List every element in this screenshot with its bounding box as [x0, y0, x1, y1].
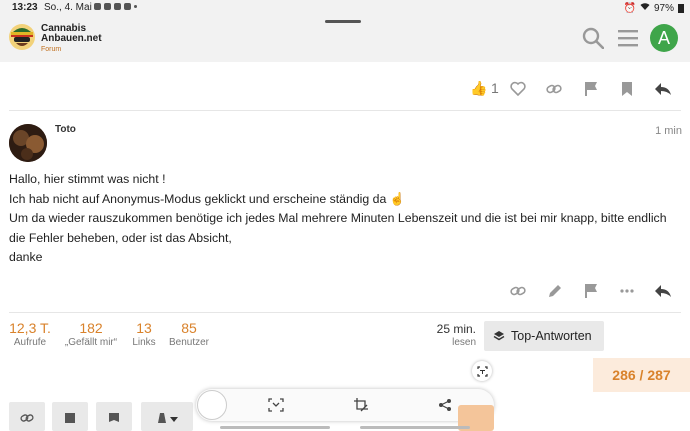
battery-icon: [678, 3, 684, 13]
hamburger-menu-icon[interactable]: [618, 29, 638, 47]
bookmark-icon[interactable]: [621, 81, 633, 97]
post-content: Hallo, hier stimmt was nicht ! Ich hab n…: [9, 170, 684, 268]
site-brand[interactable]: Cannabis Anbauen.net Forum: [41, 24, 102, 55]
stat-likes-value: 182: [79, 320, 103, 336]
flag-icon[interactable]: [584, 81, 598, 97]
battery-level: 97%: [653, 2, 674, 14]
read-time-label: lesen: [452, 337, 476, 348]
flag-icon[interactable]: [584, 283, 598, 299]
stat-likes: 182 „Gefällt mir“: [60, 320, 122, 350]
stat-views-label: Aufrufe: [13, 337, 47, 348]
wifi-icon: [640, 2, 650, 14]
layers-icon: [493, 331, 505, 341]
stat-users[interactable]: 85 Benutzer: [166, 320, 212, 350]
flag-icon: [109, 413, 119, 422]
stat-links[interactable]: 13 Links: [129, 320, 159, 350]
thumbs-up-icon[interactable]: 👍: [470, 80, 487, 97]
post-author-avatar[interactable]: [9, 124, 47, 162]
window-grabber[interactable]: [325, 20, 361, 23]
post-line: Um da wieder rauszukommen benötige ich j…: [9, 211, 667, 245]
post-line: danke: [9, 250, 43, 264]
crop-edit-icon[interactable]: [353, 397, 369, 413]
bookmark-button[interactable]: [52, 402, 88, 431]
link-icon[interactable]: [546, 82, 562, 96]
like-count: 1: [491, 80, 499, 96]
screenshot-thumbnail[interactable]: [197, 390, 227, 420]
bookmark-icon: [65, 413, 75, 423]
more-options-icon[interactable]: [620, 289, 634, 293]
status-date: So., 4. Mai: [44, 2, 92, 13]
stat-users-label: Benutzer: [168, 337, 210, 348]
scan-crop-icon[interactable]: [268, 398, 284, 412]
search-icon[interactable]: [582, 27, 604, 49]
stat-views-value: 12,3 T.: [9, 320, 51, 336]
stat-likes-label: „Gefällt mir“: [64, 337, 118, 348]
stats-divider: [9, 312, 681, 313]
stat-users-value: 85: [181, 320, 197, 336]
post-line: Hallo, hier stimmt was nicht !: [9, 172, 166, 186]
brand-line-3: Forum: [41, 46, 62, 53]
reply-icon[interactable]: [654, 284, 672, 298]
bell-dropdown-icon: [158, 413, 178, 423]
status-time: 13:23: [12, 2, 38, 13]
flag-button[interactable]: [96, 402, 132, 431]
edit-pencil-icon[interactable]: [547, 283, 563, 299]
scan-text-button[interactable]: [472, 361, 492, 381]
share-link-button[interactable]: [9, 402, 45, 431]
share-icon[interactable]: [438, 398, 452, 412]
brand-line-2: Anbauen.net: [41, 33, 102, 44]
topic-progress[interactable]: 286 / 287: [593, 358, 690, 392]
post-time[interactable]: 1 min: [655, 125, 682, 137]
read-time: 25 min. lesen: [432, 322, 476, 350]
top-answers-label: Top-Antworten: [511, 329, 592, 343]
stat-links-label: Links: [132, 337, 156, 348]
status-right: ⏰ 97%: [624, 2, 684, 14]
system-nav-bar-right: [360, 426, 470, 429]
post-author-name[interactable]: Toto: [55, 124, 76, 135]
site-logo[interactable]: [8, 23, 36, 51]
alarm-icon: ⏰: [623, 2, 636, 14]
stat-links-value: 13: [136, 320, 152, 336]
scan-text-icon: [476, 365, 488, 377]
system-nav-bar: [220, 426, 330, 429]
notification-icons: [94, 3, 137, 10]
post-line: Ich hab nicht auf Anonymus-Modus geklick…: [9, 191, 406, 206]
link-icon: [20, 414, 34, 422]
stat-views: 12,3 T. Aufrufe: [9, 320, 51, 350]
status-bar: 13:23 So., 4. Mai ⏰ 97%: [0, 0, 690, 16]
reply-icon[interactable]: [654, 82, 672, 96]
heart-icon[interactable]: [510, 81, 526, 96]
post-divider: [9, 110, 681, 111]
notification-level-button[interactable]: [141, 402, 193, 431]
top-answers-button[interactable]: Top-Antworten: [484, 321, 604, 351]
link-icon[interactable]: [510, 284, 526, 298]
user-avatar[interactable]: A: [650, 24, 678, 52]
read-time-value: 25 min.: [436, 322, 476, 336]
